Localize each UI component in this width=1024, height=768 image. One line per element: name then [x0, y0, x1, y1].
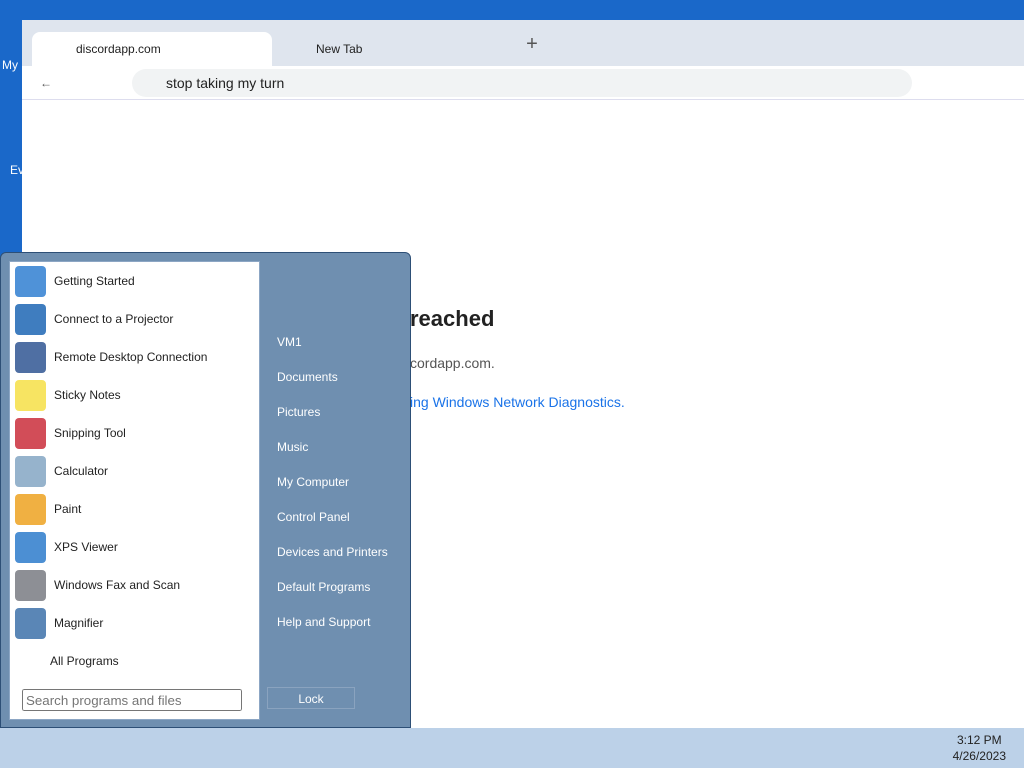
program-label: Connect to a Projector	[54, 312, 174, 326]
magnifier-icon	[15, 607, 46, 639]
clock[interactable]: 3:12 PM 4/26/2023	[953, 732, 1006, 764]
remote-desktop-icon	[15, 341, 46, 373]
start-menu: Getting Started Connect to a Projector Rem…	[0, 252, 411, 728]
snipping-tool-icon	[15, 417, 46, 449]
program-item[interactable]: Calculator	[10, 452, 259, 490]
program-item[interactable]: Magnifier	[10, 604, 259, 642]
program-label: Snipping Tool	[54, 426, 126, 440]
tab-strip: discordapp.com New Tab +	[22, 20, 1024, 66]
toolbar: ← stop taking my turn	[22, 66, 1024, 100]
omnibox-text: stop taking my turn	[166, 75, 285, 91]
tab-title: discordapp.com	[76, 42, 161, 56]
tab-title: New Tab	[316, 42, 363, 56]
lock-button[interactable]: Lock	[267, 687, 355, 709]
places-pane: VM1 Documents Pictures Music My Computer Cont…	[263, 325, 403, 640]
program-item[interactable]: Snipping Tool	[10, 414, 259, 452]
program-item[interactable]: Remote Desktop Connection	[10, 338, 259, 376]
program-label: Paint	[54, 502, 82, 516]
programs-pane: Getting Started Connect to a Projector Rem…	[9, 261, 260, 720]
program-item[interactable]: Getting Started	[10, 262, 259, 300]
places-item[interactable]: Devices and Printers	[263, 535, 403, 570]
error-line: cordapp.com.	[410, 355, 495, 371]
error-title: reached	[410, 306, 495, 331]
projector-icon	[15, 303, 46, 335]
taskbar: 3:12 PM 4/26/2023	[0, 728, 1024, 768]
program-item[interactable]: Paint	[10, 490, 259, 528]
desktop-icon-label: My	[2, 58, 18, 72]
program-label: XPS Viewer	[54, 540, 118, 554]
all-programs-button[interactable]: All Programs	[10, 642, 259, 680]
paint-icon	[15, 493, 46, 525]
places-item[interactable]: Music	[263, 430, 403, 465]
xps-viewer-icon	[15, 531, 46, 563]
program-label: Sticky Notes	[54, 388, 121, 402]
tab-discordapp[interactable]: discordapp.com	[32, 32, 272, 66]
program-item[interactable]: Connect to a Projector	[10, 300, 259, 338]
getting-started-icon	[15, 265, 46, 297]
places-item[interactable]: My Computer	[263, 465, 403, 500]
places-item[interactable]: Pictures	[263, 395, 403, 430]
clock-date: 4/26/2023	[952, 749, 1006, 763]
back-button[interactable]: ←	[34, 71, 58, 95]
fax-scan-icon	[15, 569, 46, 601]
program-label: Remote Desktop Connection	[54, 350, 208, 364]
places-item[interactable]: VM1	[263, 325, 403, 360]
program-item[interactable]: Windows Fax and Scan	[10, 566, 259, 604]
places-item[interactable]: Help and Support	[263, 605, 403, 640]
places-item[interactable]: Documents	[263, 360, 403, 395]
sticky-notes-icon	[15, 379, 46, 411]
tab-new-tab[interactable]: New Tab	[272, 32, 512, 66]
program-label: Calculator	[54, 464, 109, 478]
places-item[interactable]: Default Programs	[263, 570, 403, 605]
program-label: Windows Fax and Scan	[54, 578, 181, 592]
new-tab-button[interactable]: +	[520, 32, 544, 56]
calculator-icon	[15, 455, 46, 487]
search-input[interactable]	[22, 689, 242, 711]
program-label: Getting Started	[54, 274, 135, 288]
program-item[interactable]: XPS Viewer	[10, 528, 259, 566]
places-item[interactable]: Control Panel	[263, 500, 403, 535]
program-label: Magnifier	[54, 616, 104, 630]
program-item[interactable]: Sticky Notes	[10, 376, 259, 414]
diagnostics-link[interactable]: ing Windows Network Diagnostics.	[410, 394, 625, 410]
all-programs-label: All Programs	[50, 654, 119, 668]
clock-time: 3:12 PM	[956, 733, 1002, 747]
lock-label: Lock	[298, 692, 324, 706]
omnibox[interactable]: stop taking my turn	[132, 69, 912, 97]
